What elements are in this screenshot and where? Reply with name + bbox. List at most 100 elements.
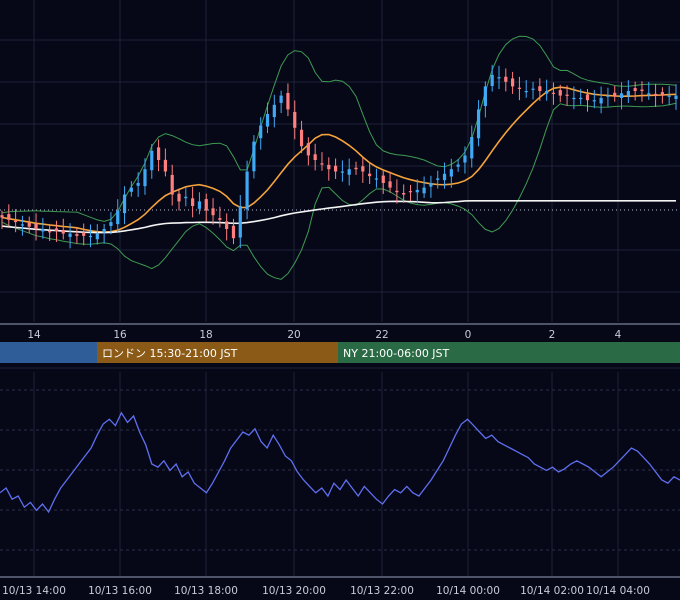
- candle-body: [340, 171, 345, 173]
- bottom-axis-tick-label: 10/13 22:00: [350, 585, 414, 597]
- candle-body: [252, 141, 256, 172]
- candle-body: [551, 92, 556, 94]
- candle-body: [463, 155, 467, 163]
- candle-body: [511, 78, 515, 87]
- session-bar: ロンドン 15:30-21:00 JST NY 21:00-06:00 JST: [0, 342, 680, 363]
- candle-body: [170, 174, 174, 195]
- candle-body: [368, 173, 372, 177]
- candle-body: [388, 181, 392, 188]
- candle-body: [7, 214, 11, 220]
- candle-body: [143, 169, 147, 187]
- candle-body: [504, 76, 508, 82]
- candle-body: [286, 92, 290, 110]
- bottom-axis-tick-label: 10/13 20:00: [262, 585, 326, 597]
- candle-body: [422, 187, 426, 194]
- candle-body: [585, 94, 590, 101]
- candle-body: [626, 91, 630, 96]
- candle-body: [129, 187, 133, 192]
- candle-body: [150, 150, 154, 171]
- candle-body: [361, 166, 365, 172]
- moving-average-orange: [1, 86, 677, 233]
- top-x-axis: 14 16 18 20 22 0 2 4: [27, 329, 621, 341]
- top-axis-tick-label: 18: [199, 329, 212, 341]
- candle-body: [14, 220, 18, 223]
- candle-body: [565, 94, 569, 96]
- candle-body: [483, 86, 487, 107]
- candle-body: [613, 92, 617, 96]
- candle-body: [0, 215, 4, 218]
- candle-body: [408, 191, 413, 193]
- bottom-x-axis: 10/13 14:00 10/13 16:00 10/13 18:00 10/13 2…: [2, 585, 650, 597]
- candle-body: [395, 190, 399, 193]
- candle-body: [429, 183, 433, 187]
- candle-body: [218, 218, 222, 220]
- bottom-axis-tick-label: 10/14 02:00: [520, 585, 584, 597]
- candle-body: [102, 229, 106, 233]
- candle-body: [156, 147, 161, 160]
- candle-body: [333, 165, 338, 172]
- candle-body: [163, 159, 167, 172]
- candle-body: [402, 192, 406, 195]
- candle-body: [197, 201, 202, 209]
- candle-body: [265, 114, 270, 127]
- bottom-axis-tick-label: 10/13 14:00: [2, 585, 66, 597]
- candle-body: [327, 164, 331, 170]
- candle-body: [476, 109, 481, 139]
- candle-body: [245, 171, 249, 210]
- candle-body: [660, 92, 664, 96]
- oscillator-panel: [0, 411, 680, 514]
- top-axis-tick-label: 0: [465, 329, 472, 341]
- candle-body: [204, 199, 208, 211]
- candle-body: [136, 183, 140, 186]
- bollinger-upper-line: [1, 35, 677, 222]
- candle-body: [109, 222, 113, 226]
- candle-body: [599, 97, 603, 104]
- top-axis-tick-label: 14: [27, 329, 41, 341]
- candle-body: [347, 169, 351, 175]
- candle-body: [279, 95, 283, 103]
- candle-body: [259, 125, 263, 139]
- candle-body: [82, 232, 86, 236]
- candle-body: [116, 210, 120, 225]
- candle-body: [640, 89, 644, 91]
- candle-body: [606, 95, 610, 97]
- bottom-axis-tick-label: 10/13 16:00: [88, 585, 152, 597]
- candle-body: [293, 111, 297, 128]
- candle-body: [442, 173, 447, 181]
- candle-body: [299, 129, 304, 147]
- candle-body: [184, 196, 188, 199]
- chart-svg: 14 16 18 20 22 0 2 4 ロンドン 15:30-21:00 JST NY 21:…: [0, 0, 680, 597]
- session-label: NY 21:00-06:00 JST: [343, 347, 450, 360]
- candle-body: [579, 97, 583, 100]
- candle-body: [54, 228, 59, 232]
- candle-body: [95, 233, 99, 240]
- bollinger-bands: [1, 35, 677, 280]
- candle-body: [320, 163, 324, 165]
- top-axis-tick-label: 2: [549, 329, 556, 341]
- candle-body: [225, 221, 229, 229]
- candle-body: [68, 233, 72, 237]
- candle-body: [436, 178, 440, 180]
- candle-body: [306, 143, 310, 156]
- candle-body: [558, 90, 562, 96]
- candle-body: [313, 154, 317, 160]
- candle-body: [122, 194, 127, 214]
- candle-body: [674, 95, 678, 99]
- candle-body: [191, 198, 195, 206]
- candle-body: [456, 164, 460, 167]
- bottom-axis-tick-label: 10/13 18:00: [174, 585, 238, 597]
- candle-body: [61, 229, 65, 234]
- candle-body: [34, 223, 38, 229]
- candle-body: [531, 88, 535, 90]
- candle-body: [633, 88, 637, 91]
- chart-stage: 14 16 18 20 22 0 2 4 ロンドン 15:30-21:00 JST NY 21:…: [0, 0, 680, 600]
- candle-body: [545, 91, 549, 94]
- candle-body: [538, 86, 542, 91]
- moving-averages: [1, 86, 677, 234]
- candle-body: [449, 169, 453, 177]
- candle-body: [238, 206, 242, 238]
- candle-body: [490, 74, 494, 86]
- bottom-axis-tick-label: 10/14 00:00: [436, 585, 500, 597]
- candle-body: [572, 97, 576, 100]
- candle-body: [415, 189, 419, 193]
